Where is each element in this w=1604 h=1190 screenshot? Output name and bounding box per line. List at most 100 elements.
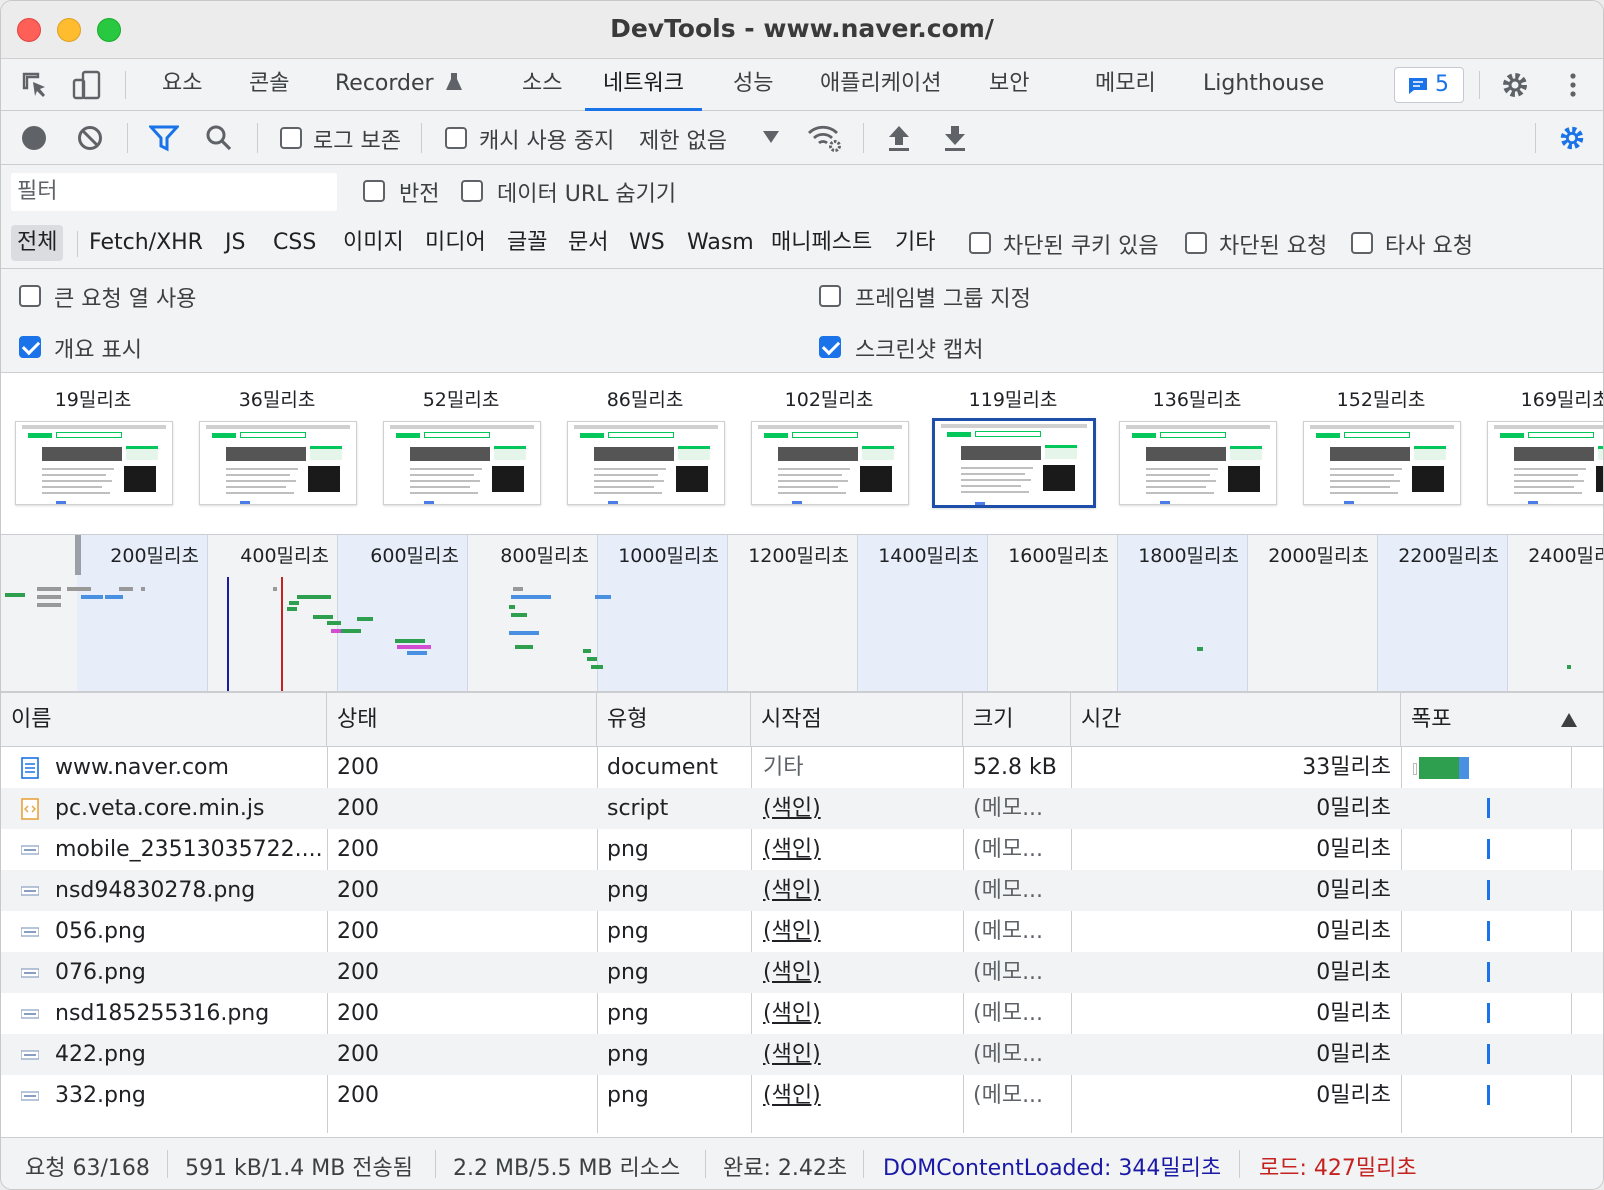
type-ws[interactable]: WS — [625, 225, 669, 261]
settings-gear-icon[interactable] — [1499, 69, 1531, 101]
request-name[interactable]: 422.png — [55, 1034, 321, 1075]
group-by-frame-label: 프레임별 그룹 지정 — [855, 287, 1031, 312]
import-har-icon[interactable] — [887, 124, 911, 152]
filmstrip-frame[interactable]: 19밀리초 — [13, 373, 173, 534]
blocked-requests-checkbox[interactable] — [1185, 232, 1207, 254]
filmstrip-frame[interactable]: 86밀리초 — [565, 373, 725, 534]
filmstrip-frame[interactable]: 152밀리초 — [1301, 373, 1461, 534]
request-initiator[interactable]: (색인) — [763, 952, 953, 993]
throttling-select[interactable]: 제한 없음 — [639, 123, 727, 155]
table-row[interactable]: 076.png 200 png (색인) (메모... 0밀리초 — [1, 952, 1603, 993]
device-toolbar-icon[interactable] — [71, 69, 103, 101]
type-img[interactable]: 이미지 — [339, 225, 408, 261]
type-fetch-xhr[interactable]: Fetch/XHR — [85, 225, 207, 261]
tab-performance[interactable]: 성능 — [729, 59, 777, 111]
clear-icon[interactable] — [77, 125, 103, 151]
table-row[interactable]: nsd94830278.png 200 png (색인) (메모... 0밀리초 — [1, 870, 1603, 911]
column-waterfall[interactable]: 폭포 — [1401, 693, 1603, 747]
column-initiator[interactable]: 시작점 — [751, 693, 963, 747]
preserve-log-checkbox[interactable] — [280, 127, 302, 149]
request-name[interactable]: 056.png — [55, 911, 321, 952]
filmstrip-frame[interactable]: 119밀리초 — [932, 373, 1096, 534]
column-name[interactable]: 이름 — [1, 693, 327, 747]
table-row[interactable]: www.naver.com 200 document 기타 52.8 kB 33밀리초 — [1, 747, 1603, 788]
request-name[interactable]: nsd94830278.png — [55, 870, 321, 911]
tab-lighthouse[interactable]: Lighthouse — [1199, 59, 1328, 111]
table-row[interactable]: mobile_23513035722.... 200 png (색인) (메모... 0밀… — [1, 829, 1603, 870]
column-type[interactable]: 유형 — [597, 693, 751, 747]
timeline-selection-handle[interactable] — [75, 535, 81, 575]
filmstrip-frame[interactable]: 102밀리초 — [749, 373, 909, 534]
timeline-request-bar — [37, 587, 61, 591]
hide-data-urls-checkbox[interactable] — [461, 180, 483, 202]
filmstrip-frame[interactable]: 169밀리초 — [1485, 373, 1603, 534]
type-other[interactable]: 기타 — [891, 225, 939, 261]
chevron-down-icon[interactable] — [763, 131, 779, 143]
issues-counter-button[interactable]: 5 — [1394, 67, 1464, 103]
type-manifest[interactable]: 매니페스트 — [767, 225, 876, 261]
capture-screenshots-checkbox[interactable] — [819, 336, 841, 358]
network-overview-timeline[interactable]: 200밀리초 400밀리초 600밀리초 800밀리초 1000밀리초 1200밀리초 14… — [1, 535, 1603, 693]
tab-application[interactable]: 애플리케이션 — [816, 59, 945, 111]
type-js[interactable]: JS — [221, 225, 249, 261]
column-time[interactable]: 시간 — [1071, 693, 1401, 747]
finish-time: 완료: 2.42초 — [723, 1156, 848, 1181]
type-doc[interactable]: 문서 — [564, 225, 612, 261]
table-row[interactable]: 332.png 200 png (색인) (메모... 0밀리초 — [1, 1075, 1603, 1116]
request-initiator[interactable]: (색인) — [763, 870, 953, 911]
column-size[interactable]: 크기 — [963, 693, 1071, 747]
type-css[interactable]: CSS — [269, 225, 320, 261]
type-font[interactable]: 글꼴 — [503, 225, 551, 261]
timeline-request-bar — [595, 595, 611, 599]
disable-cache-checkbox[interactable] — [445, 127, 467, 149]
show-overview-checkbox[interactable] — [19, 336, 41, 358]
request-initiator[interactable]: (색인) — [763, 829, 953, 870]
request-name[interactable]: pc.veta.core.min.js — [55, 788, 321, 829]
filter-icon[interactable] — [149, 124, 179, 152]
tab-network[interactable]: 네트워크 — [585, 59, 702, 111]
request-name[interactable]: www.naver.com — [55, 747, 321, 788]
type-media[interactable]: 미디어 — [421, 225, 490, 261]
inspect-element-icon[interactable] — [19, 69, 51, 101]
request-name[interactable]: mobile_23513035722.... — [55, 829, 321, 870]
export-har-icon[interactable] — [943, 124, 967, 152]
request-name[interactable]: nsd185255316.png — [55, 993, 321, 1034]
request-initiator[interactable]: (색인) — [763, 1034, 953, 1075]
network-conditions-icon[interactable] — [807, 123, 843, 153]
big-request-rows-checkbox[interactable] — [19, 285, 41, 307]
table-row[interactable]: 422.png 200 png (색인) (메모... 0밀리초 — [1, 1034, 1603, 1075]
request-initiator[interactable]: (색인) — [763, 911, 953, 952]
request-initiator[interactable]: (색인) — [763, 1075, 953, 1116]
tab-memory[interactable]: 메모리 — [1091, 59, 1160, 111]
tab-console[interactable]: 콘솔 — [245, 59, 293, 111]
type-wasm[interactable]: Wasm — [683, 225, 758, 261]
filmstrip-frame[interactable]: 52밀리초 — [381, 373, 541, 534]
type-all[interactable]: 전체 — [11, 225, 64, 261]
filter-input[interactable]: 필터 — [11, 173, 337, 211]
network-settings-gear-icon[interactable] — [1557, 123, 1587, 153]
invert-checkbox[interactable] — [363, 180, 385, 202]
third-party-checkbox[interactable] — [1351, 232, 1373, 254]
column-status[interactable]: 상태 — [327, 693, 597, 747]
filmstrip-frame[interactable]: 36밀리초 — [197, 373, 357, 534]
table-row[interactable]: pc.veta.core.min.js 200 script (색인) (메모... 0밀… — [1, 788, 1603, 829]
request-initiator[interactable]: (색인) — [763, 993, 953, 1034]
more-options-icon[interactable] — [1557, 69, 1589, 101]
invert-label: 반전 — [399, 182, 440, 207]
request-name[interactable]: 332.png — [55, 1075, 321, 1116]
table-row[interactable]: 056.png 200 png (색인) (메모... 0밀리초 — [1, 911, 1603, 952]
search-icon[interactable] — [205, 124, 233, 152]
filmstrip-frame[interactable]: 136밀리초 — [1117, 373, 1277, 534]
request-initiator[interactable]: (색인) — [763, 788, 953, 829]
record-icon[interactable] — [21, 125, 47, 151]
group-by-frame-checkbox[interactable] — [819, 285, 841, 307]
window-title: DevTools - www.naver.com/ — [610, 14, 994, 43]
tab-security[interactable]: 보안 — [985, 59, 1033, 111]
blocked-cookies-checkbox[interactable] — [969, 232, 991, 254]
tab-recorder[interactable]: Recorder — [331, 59, 467, 111]
page-screenshot-thumbnail — [1119, 421, 1277, 505]
request-name[interactable]: 076.png — [55, 952, 321, 993]
table-row[interactable]: nsd185255316.png 200 png (색인) (메모... 0밀리초 — [1, 993, 1603, 1034]
tab-elements[interactable]: 요소 — [158, 59, 206, 111]
tab-sources[interactable]: 소스 — [518, 59, 566, 111]
